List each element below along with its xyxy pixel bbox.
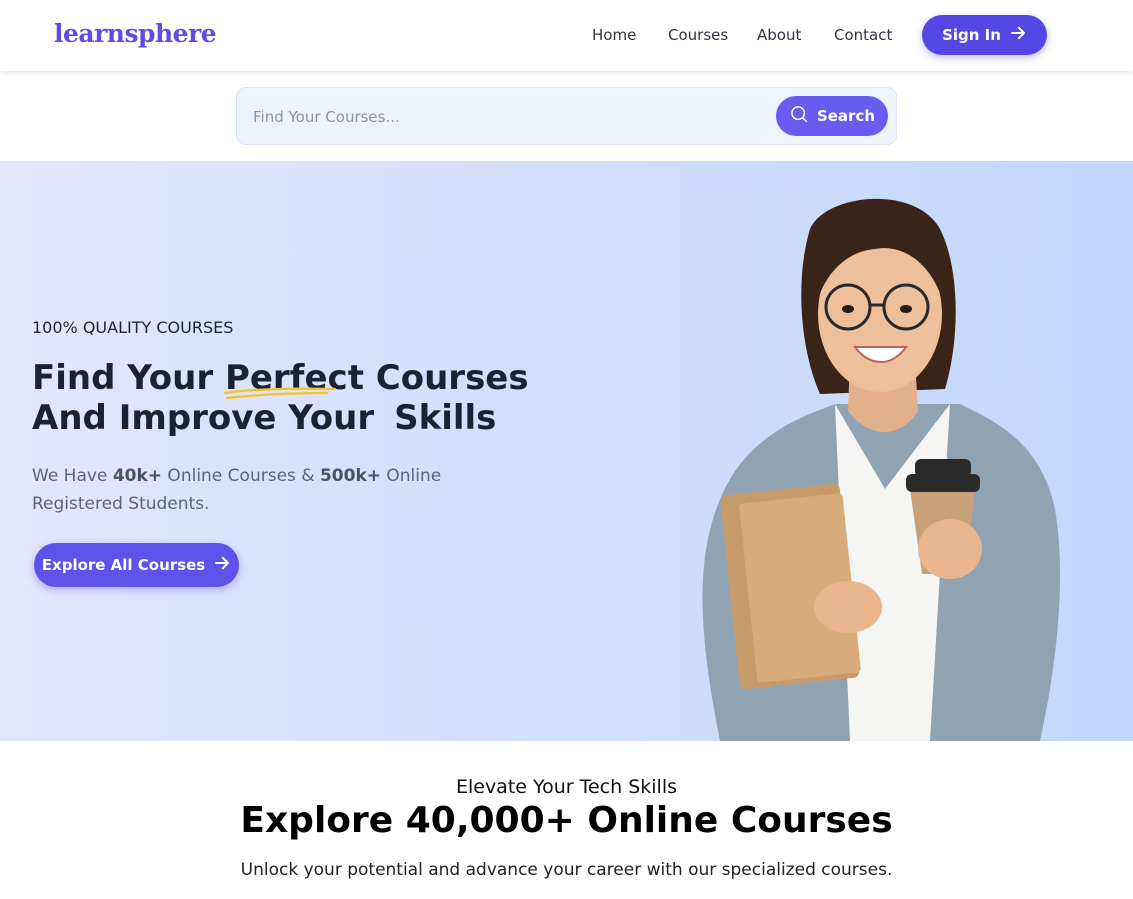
hero-title-highlight: Perfect [223,358,364,400]
hero-title: Find Your Perfect Courses And Improve Yo… [32,358,592,438]
search-icon [789,104,809,128]
section-title: Explore 40,000+ Online Courses [240,800,893,841]
stat-courses: 40k+ [112,466,163,486]
skills-badge: Skills [380,398,511,438]
nav-about[interactable]: About [757,26,801,44]
underline-scribble-icon [223,387,337,400]
nav-home[interactable]: Home [592,26,636,44]
sign-in-label: Sign In [942,26,1001,44]
hero-description: We Have 40k+ Online Courses & 500k+ Onli… [32,466,442,514]
logo[interactable]: learnsphere [54,19,217,48]
site-header: learnsphere Home Courses About Contact S… [0,0,1133,71]
sign-in-button[interactable]: Sign In [922,15,1047,55]
hero-student-image [702,198,1060,741]
search-button-label: Search [816,107,876,125]
hero-title-part1: Find Your [32,358,225,398]
search-input[interactable] [253,106,753,128]
nav-contact[interactable]: Contact [834,26,892,44]
section-eyebrow: Elevate Your Tech Skills [455,776,678,798]
nav-courses[interactable]: Courses [668,26,728,44]
stat-students: 500k+ [319,466,381,486]
explore-all-courses-button[interactable]: Explore All Courses [34,543,239,587]
hero-eyebrow: 100% QUALITY COURSES [32,318,234,337]
search-button[interactable]: Search [776,96,888,136]
explore-button-label: Explore All Courses [41,556,206,574]
search-bar: Search [236,87,897,145]
hero-title-line2: And Improve Your [32,398,375,438]
hero-title-part2: Courses [363,358,529,398]
section-description: Unlock your potential and advance your c… [240,860,893,880]
hero-section: 100% QUALITY COURSES Find Your Perfect C… [0,161,1133,741]
arrow-right-icon [1009,24,1027,46]
arrow-right-icon [213,554,231,576]
